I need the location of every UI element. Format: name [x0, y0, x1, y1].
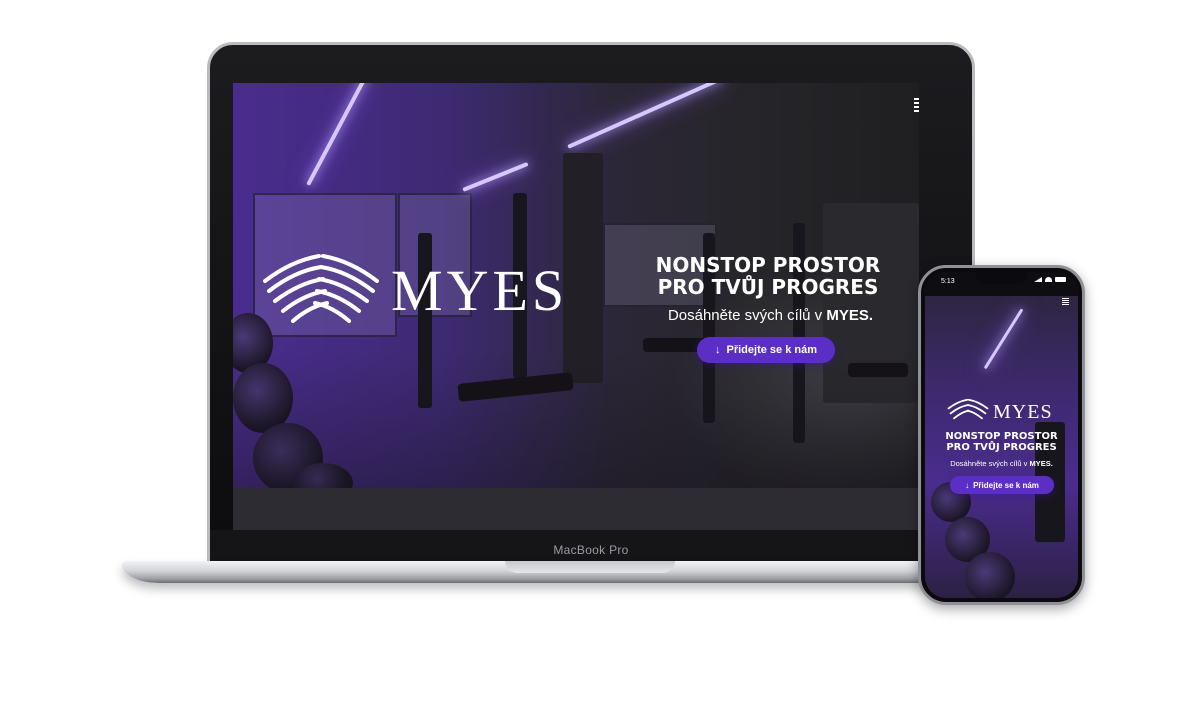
status-time: 5:13 [941, 278, 955, 285]
dumbbell [965, 552, 1015, 598]
wifi-icon [1045, 277, 1052, 282]
hero-subline: Dosáhněte svých cílů v MYES. [643, 307, 898, 324]
screen-bottom-bar [233, 488, 919, 530]
brand-logo[interactable]: MYES [261, 251, 568, 331]
phone-notch [976, 272, 1027, 284]
hero-headline: NONSTOP PROSTOR PRO TVŮJ PROGRES [632, 253, 904, 299]
headline-line-1: NONSTOP PROSTOR [655, 253, 881, 277]
arrow-down-icon: ↓ [715, 344, 721, 356]
gym-machine [563, 153, 603, 383]
wings-icon [261, 251, 381, 331]
hamburger-menu-icon[interactable] [914, 98, 919, 112]
join-us-label: Přidejte se k nám [726, 344, 818, 356]
brand-name: MYES [391, 258, 569, 323]
subline-text: Dosáhněte svých cílů v [667, 307, 827, 324]
hero-headline: NONSTOP PROSTOR PRO TVŮJ PROGRES [935, 431, 1068, 454]
subline-text: Dosáhněte svých cílů v [950, 459, 1030, 468]
arrow-down-icon: ↓ [965, 480, 970, 490]
signal-icon [1034, 277, 1042, 282]
headline-line-2: PRO TVŮJ PROGRES [946, 441, 1057, 453]
status-icons [1034, 277, 1066, 282]
hero-subline: Dosáhněte svých cílů v MYES. [933, 459, 1070, 468]
brand-logo[interactable]: MYES [947, 398, 1053, 426]
subline-brand: MYES. [826, 307, 874, 324]
wings-icon [947, 398, 989, 426]
laptop-screen: MYES NONSTOP PROSTOR PRO TVŮJ PROGRES Do… [233, 83, 919, 530]
headline-line-2: PRO TVŮJ PROGRES [657, 274, 879, 299]
join-us-button[interactable]: ↓ Přidejte se k nám [950, 476, 1054, 494]
join-us-button[interactable]: ↓ Přidejte se k nám [697, 337, 835, 363]
hamburger-menu-icon[interactable] [1062, 298, 1069, 305]
battery-icon [1055, 277, 1066, 282]
phone-screen: 5:13 MYES NONSTOP PROSTOR PRO TVŮJ PROGR… [925, 272, 1078, 598]
laptop-opening-notch [505, 561, 675, 573]
join-us-label: Přidejte se k nám [973, 480, 1039, 490]
subline-brand: MYES. [1029, 459, 1053, 468]
brand-name: MYES [993, 401, 1053, 423]
